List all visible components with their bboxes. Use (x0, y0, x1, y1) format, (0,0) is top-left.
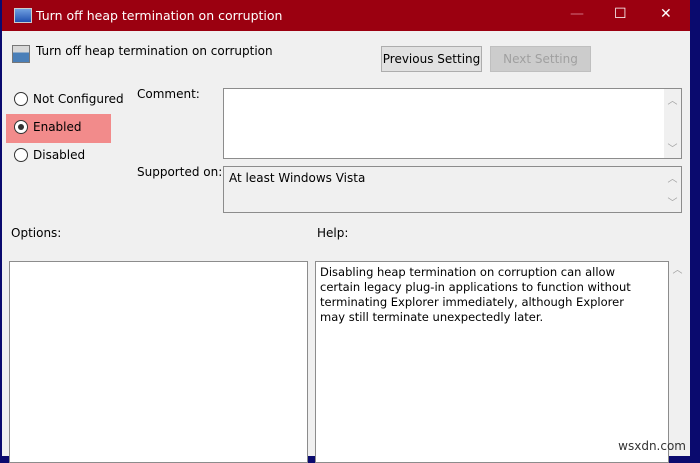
options-label: Options: (11, 226, 62, 240)
help-label: Help: (317, 226, 349, 240)
window-title: Turn off heap termination on corruption (36, 8, 283, 23)
scroll-down-icon[interactable]: ﹀ (664, 194, 681, 209)
radio-label: Not Configured (33, 92, 124, 106)
help-panel: Disabling heap termination on corruption… (315, 261, 669, 463)
previous-setting-button[interactable]: Previous Setting (381, 46, 482, 72)
help-scrollbar[interactable]: ︿ (669, 261, 686, 456)
maximize-button[interactable]: ☐ (614, 6, 627, 22)
radio-enabled[interactable]: Enabled (14, 117, 82, 137)
policy-icon (12, 45, 30, 63)
setting-title: Turn off heap termination on corruption (36, 44, 273, 58)
supported-scrollbar[interactable]: ︿ ﹀ (664, 167, 681, 212)
supported-value: At least Windows Vista (229, 171, 366, 185)
minimize-button[interactable]: — (570, 6, 584, 22)
radio-label: Enabled (33, 120, 82, 134)
title-bar: Turn off heap termination on corruption … (2, 0, 690, 31)
watermark: wsxdn.com (618, 439, 686, 453)
close-button[interactable]: ✕ (660, 6, 672, 22)
help-text: Disabling heap termination on corruption… (320, 265, 631, 324)
radio-label: Disabled (33, 148, 86, 162)
supported-field: At least Windows Vista ︿ ﹀ (223, 166, 682, 213)
scroll-up-icon[interactable]: ︿ (673, 265, 683, 276)
radio-circle[interactable] (14, 120, 28, 134)
radio-circle[interactable] (14, 92, 28, 106)
supported-label: Supported on: (137, 165, 223, 179)
scroll-down-icon[interactable]: ﹀ (664, 140, 681, 155)
comment-scrollbar[interactable]: ︿ ﹀ (664, 89, 681, 158)
scroll-up-icon[interactable]: ︿ (664, 92, 681, 107)
radio-disabled[interactable]: Disabled (14, 145, 85, 165)
policy-dialog: Turn off heap termination on corruption … (2, 0, 690, 463)
options-panel (9, 261, 308, 463)
comment-label: Comment: (137, 87, 200, 101)
app-icon (14, 8, 32, 23)
radio-circle[interactable] (14, 148, 28, 162)
next-setting-button[interactable]: Next Setting (490, 46, 591, 72)
comment-input[interactable]: ︿ ﹀ (223, 88, 682, 159)
radio-not-configured[interactable]: Not Configured (14, 89, 124, 109)
scroll-up-icon[interactable]: ︿ (664, 170, 681, 185)
